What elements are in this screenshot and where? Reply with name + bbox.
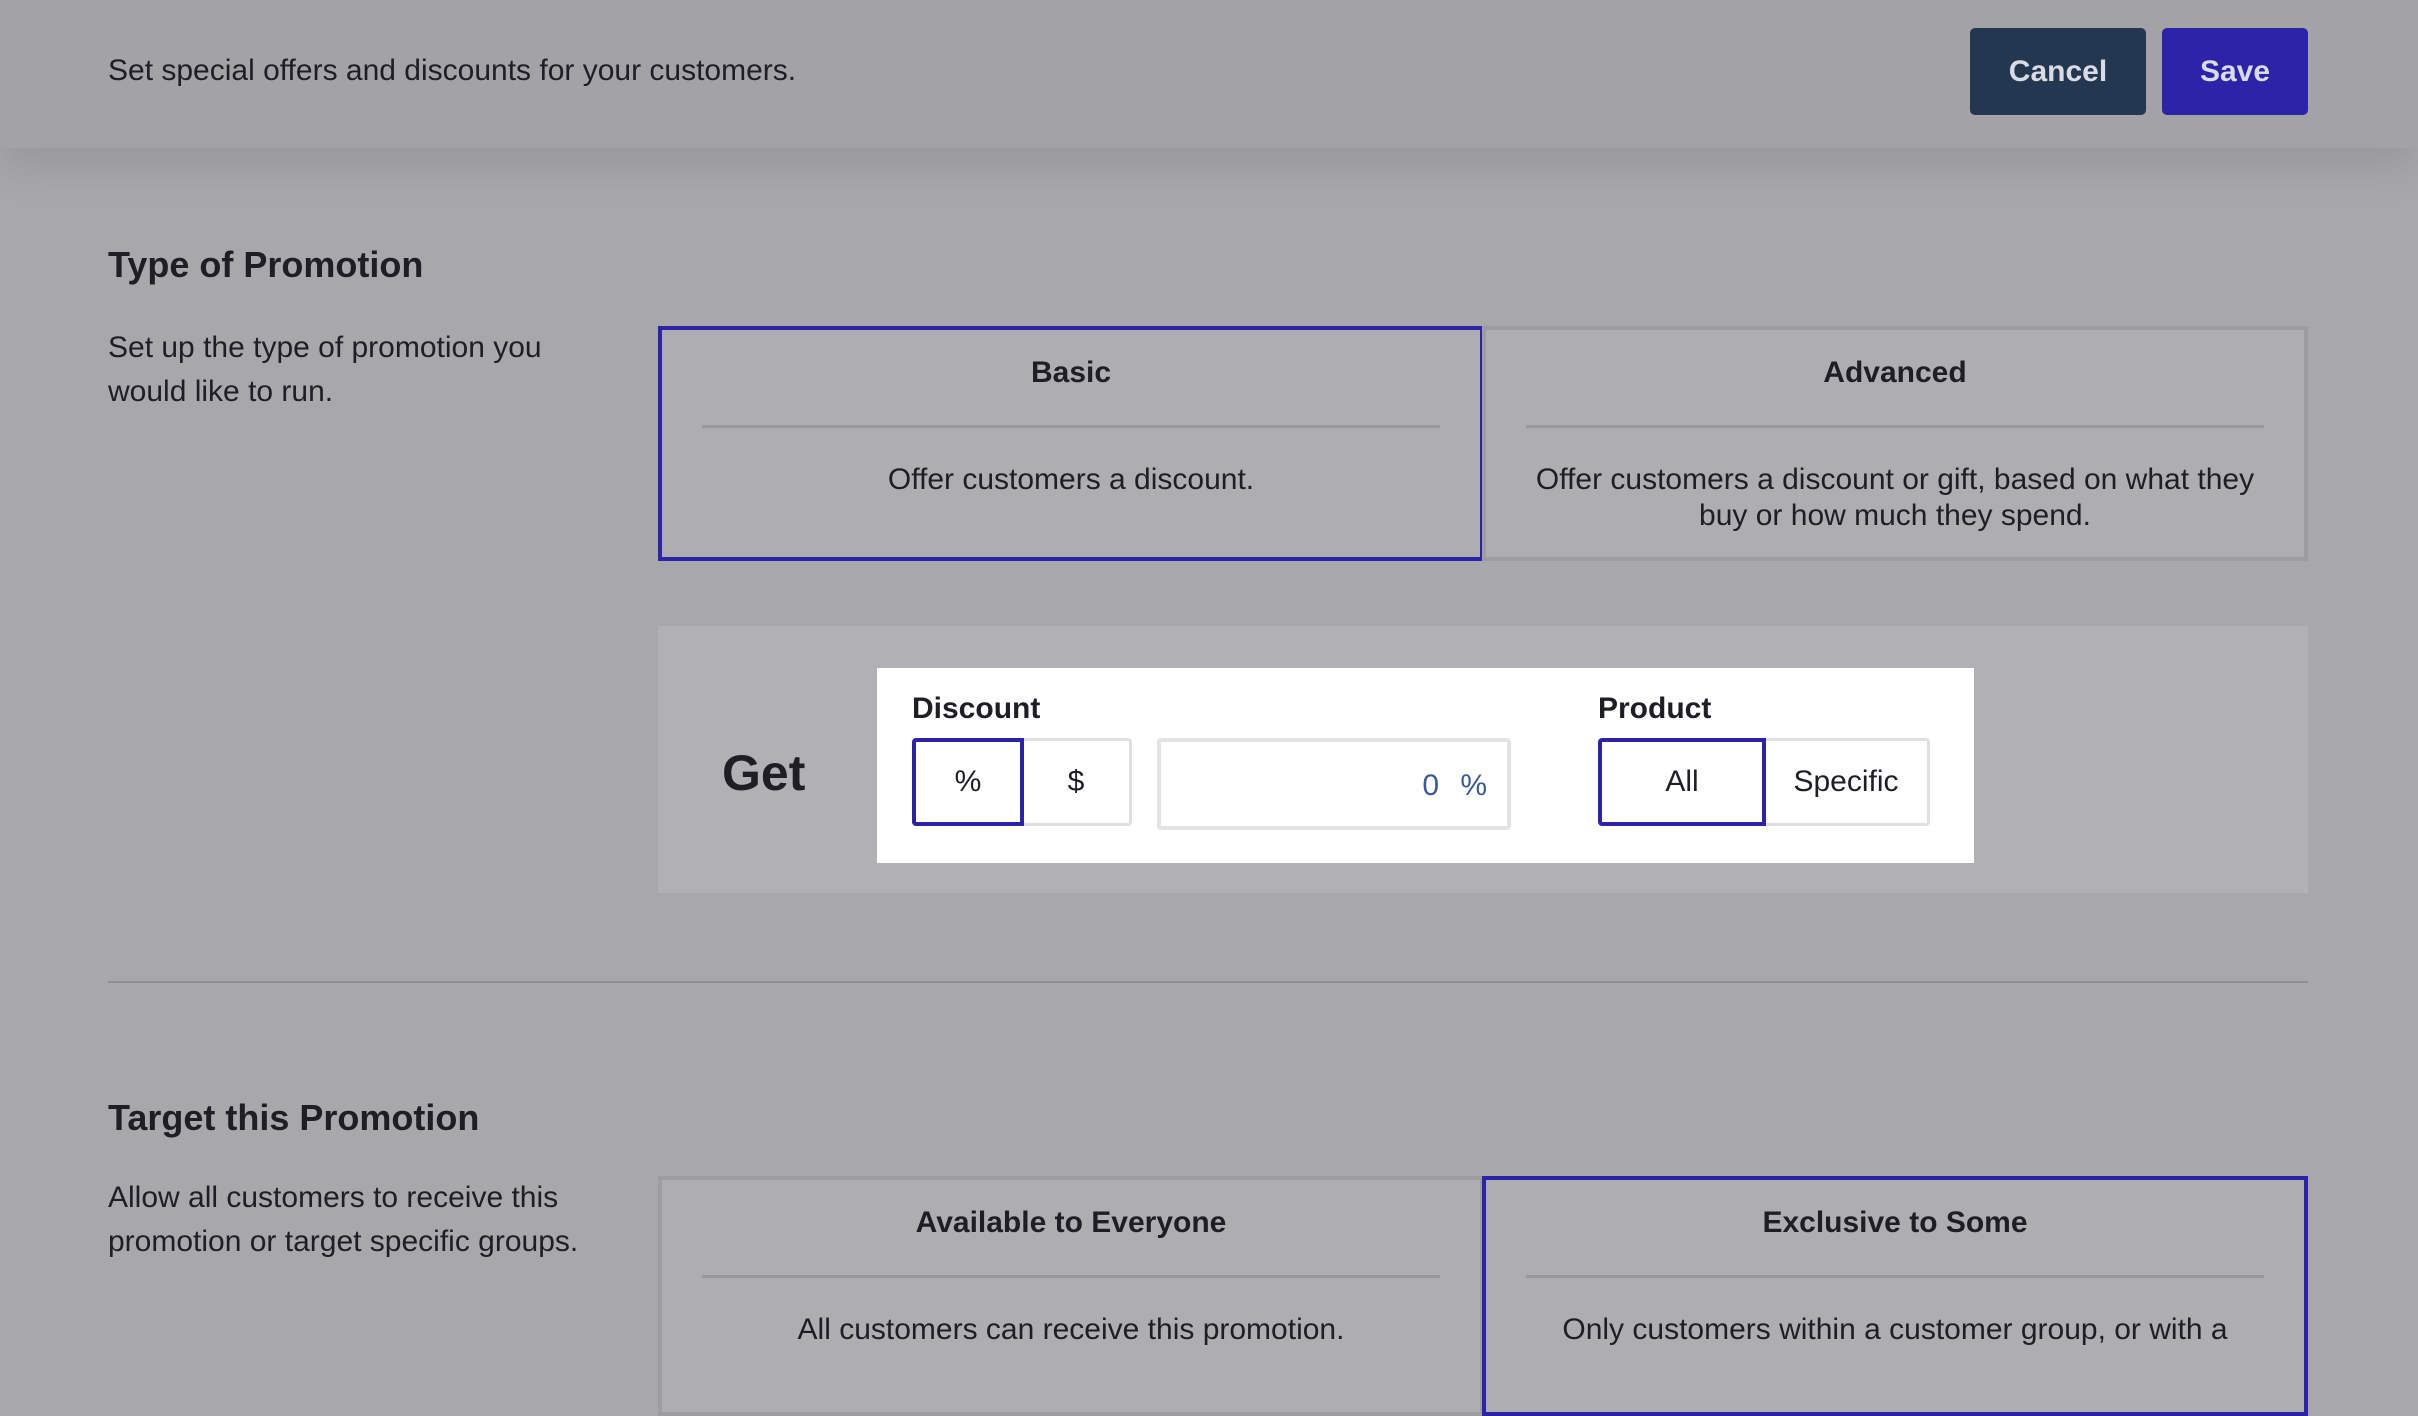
discount-value-input[interactable]: 0 % xyxy=(1157,738,1511,830)
discount-value: 0 xyxy=(1422,769,1439,802)
product-all-toggle[interactable]: All xyxy=(1598,738,1766,826)
discount-percent-toggle[interactable]: % xyxy=(912,738,1024,826)
promotion-type-title: Type of Promotion xyxy=(108,244,424,285)
card-title: Exclusive to Some xyxy=(1762,1206,2028,1239)
promotion-type-description: Set up the type of promotion you would l… xyxy=(108,331,542,408)
discount-label: Discount xyxy=(912,692,1041,725)
card-divider xyxy=(702,1275,1440,1278)
top-bar: Set special offers and discounts for you… xyxy=(0,0,2418,148)
card-title: Available to Everyone xyxy=(915,1206,1227,1239)
card-body: Offer customers a discount. xyxy=(887,463,1255,496)
card-divider xyxy=(702,425,1440,428)
card-body: All customers can receive this promotion… xyxy=(797,1313,1345,1346)
target-everyone-card[interactable]: Available to Everyone All customers can … xyxy=(658,1176,1484,1416)
promotion-type-basic-card[interactable]: Basic Offer customers a discount. xyxy=(658,326,1484,561)
promotion-type-advanced-card[interactable]: Advanced Offer customers a discount or g… xyxy=(1482,326,2308,561)
target-description: Allow all customers to receive this prom… xyxy=(108,1181,579,1258)
product-specific-toggle[interactable]: Specific xyxy=(1762,738,1930,826)
target-title: Target this Promotion xyxy=(108,1097,480,1138)
discount-unit: % xyxy=(1460,769,1487,802)
product-label: Product xyxy=(1598,692,1712,725)
card-title: Basic xyxy=(1030,356,1112,389)
card-body: Only customers within a customer group, … xyxy=(1562,1313,2228,1346)
cancel-button[interactable]: Cancel xyxy=(1970,28,2146,115)
save-button[interactable]: Save xyxy=(2162,28,2308,115)
target-exclusive-card[interactable]: Exclusive to Some Only customers within … xyxy=(1482,1176,2308,1416)
card-title: Advanced xyxy=(1823,356,1967,389)
page-subtitle: Set special offers and discounts for you… xyxy=(108,54,797,87)
get-label: Get xyxy=(722,745,806,801)
card-body: Offer customers a discount or gift, base… xyxy=(1535,463,2255,532)
discount-dollar-toggle[interactable]: $ xyxy=(1020,738,1132,826)
card-divider xyxy=(1526,1275,2264,1278)
card-divider xyxy=(1526,425,2264,428)
section-divider xyxy=(108,981,2308,983)
